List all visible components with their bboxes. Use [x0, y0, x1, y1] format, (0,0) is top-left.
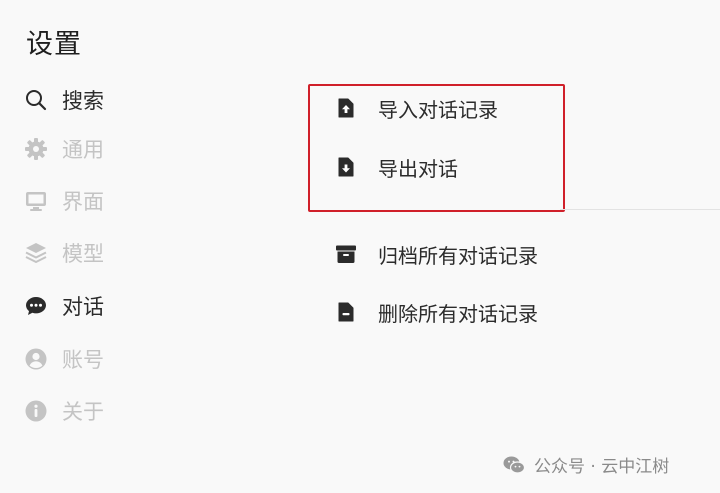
watermark-text: 公众号 · 云中江树 [534, 457, 670, 477]
sidebar-item-chat[interactable]: 对话 [24, 286, 104, 326]
action-label: 导出对话 [378, 156, 458, 181]
search-icon [26, 90, 47, 111]
export-chats-button[interactable]: 导出对话 [334, 147, 458, 187]
sidebar-item-label: 账号 [62, 348, 104, 372]
sidebar-item-search[interactable]: 搜索 [24, 80, 104, 120]
action-label: 归档所有对话记录 [378, 243, 538, 268]
sidebar-item-label: 界面 [62, 190, 104, 214]
file-upload-icon [338, 98, 354, 118]
sidebar-item-label: 通用 [62, 138, 104, 162]
file-download-icon [338, 157, 354, 177]
info-icon [25, 400, 47, 422]
action-label: 删除所有对话记录 [378, 301, 538, 326]
import-chats-button[interactable]: 导入对话记录 [334, 88, 498, 128]
settings-sidebar: 搜索 通用 界面 模型 对话 账号 关于 [0, 0, 300, 493]
sidebar-item-label: 关于 [62, 400, 104, 424]
sidebar-item-general[interactable]: 通用 [24, 129, 104, 169]
sidebar-item-interface[interactable]: 界面 [24, 181, 104, 221]
sidebar-item-about[interactable]: 关于 [24, 391, 104, 431]
wechat-icon [503, 456, 526, 474]
sidebar-item-label: 模型 [62, 242, 104, 266]
archive-icon [336, 245, 356, 263]
file-delete-icon [338, 302, 354, 322]
monitor-icon [26, 192, 46, 211]
action-label: 导入对话记录 [378, 97, 498, 122]
gear-icon [25, 138, 47, 160]
sidebar-item-model[interactable]: 模型 [24, 233, 104, 273]
chat-bubble-icon [26, 297, 46, 315]
section-divider [560, 209, 720, 210]
sidebar-item-label: 对话 [62, 295, 104, 319]
watermark: 公众号 · 云中江树 [502, 452, 669, 477]
delete-all-chats-button[interactable]: 删除所有对话记录 [334, 292, 538, 332]
archive-all-chats-button[interactable]: 归档所有对话记录 [334, 234, 538, 274]
layers-icon [25, 243, 47, 263]
user-circle-icon [25, 348, 47, 370]
sidebar-item-account[interactable]: 账号 [24, 339, 104, 379]
sidebar-item-label: 搜索 [62, 89, 104, 113]
